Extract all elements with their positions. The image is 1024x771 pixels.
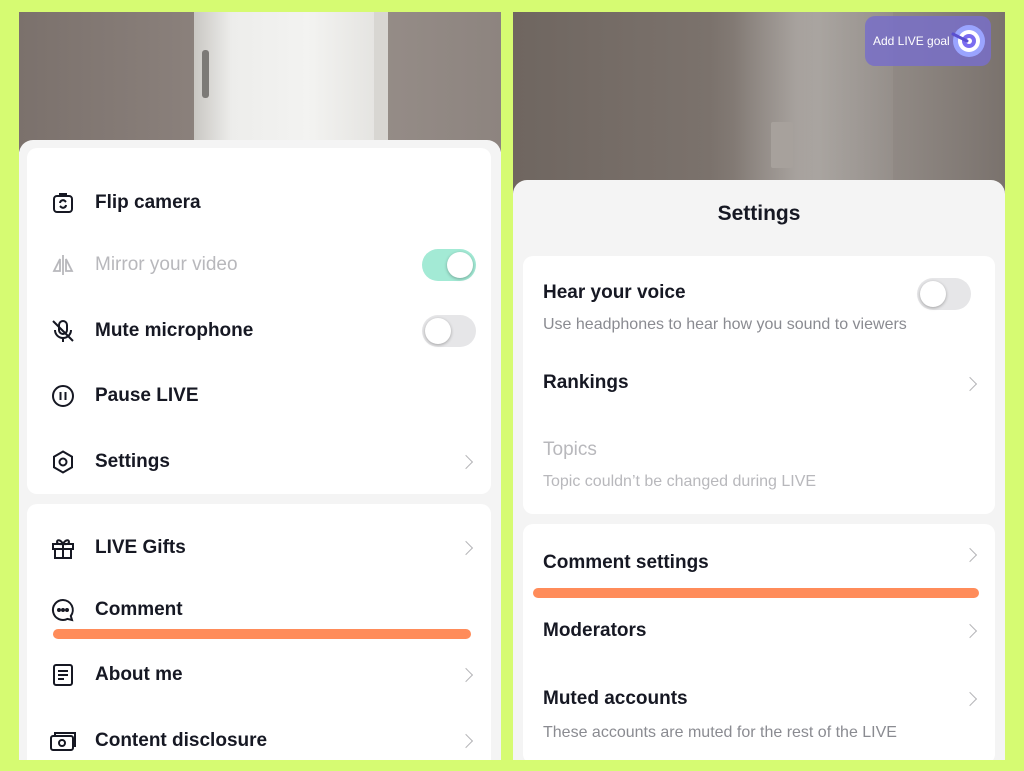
settings-label: Settings bbox=[95, 451, 170, 472]
settings-sheet: Settings Hear your voice Use headphones … bbox=[513, 180, 1005, 760]
comment-settings-label: Comment settings bbox=[543, 552, 709, 573]
comment-settings-row[interactable]: Comment settings bbox=[523, 524, 995, 594]
hear-your-voice-label: Hear your voice bbox=[543, 282, 686, 303]
mirror-video-label: Mirror your video bbox=[95, 254, 238, 275]
mute-microphone-toggle[interactable] bbox=[422, 315, 476, 347]
mute-microphone-row[interactable]: Mute microphone bbox=[27, 309, 491, 353]
mirror-icon bbox=[49, 251, 77, 279]
live-options-sheet: Flip camera Mirror your video Mute micro… bbox=[19, 140, 501, 760]
chevron-right-icon bbox=[458, 667, 474, 683]
muted-accounts-row[interactable]: Muted accounts These accounts are muted … bbox=[523, 672, 995, 760]
chevron-right-icon bbox=[458, 540, 474, 556]
comment-icon bbox=[49, 596, 77, 624]
target-icon bbox=[949, 22, 987, 60]
pause-live-row[interactable]: Pause LIVE bbox=[27, 374, 491, 418]
rankings-row[interactable]: Rankings bbox=[523, 356, 995, 414]
comment-label: Comment bbox=[95, 599, 183, 620]
rankings-label: Rankings bbox=[543, 372, 629, 393]
live-gifts-label: LIVE Gifts bbox=[95, 537, 186, 558]
hear-your-voice-description: Use headphones to hear how you sound to … bbox=[543, 316, 907, 333]
settings-card-comments: Comment settings Moderators Muted accoun… bbox=[523, 524, 995, 760]
topics-description: Topic couldn’t be changed during LIVE bbox=[543, 473, 817, 490]
add-live-goal-label: Add LIVE goal bbox=[873, 34, 950, 48]
settings-hexagon-icon bbox=[49, 448, 77, 476]
camera-preview bbox=[19, 12, 501, 152]
camera-wall-switch bbox=[771, 122, 793, 168]
content-disclosure-icon bbox=[49, 727, 77, 755]
live-menu-panel: Flip camera Mirror your video Mute micro… bbox=[19, 12, 501, 760]
mirror-video-row[interactable]: Mirror your video bbox=[27, 243, 491, 287]
live-settings-panel: Add LIVE goal Settings Hear your voice U… bbox=[513, 12, 1005, 760]
about-me-row[interactable]: About me bbox=[27, 653, 491, 697]
about-me-icon bbox=[49, 661, 77, 689]
comment-highlight-underline bbox=[53, 629, 471, 639]
mute-microphone-icon bbox=[49, 317, 77, 345]
chevron-right-icon bbox=[962, 691, 978, 707]
comment-row[interactable]: Comment bbox=[27, 588, 491, 632]
content-disclosure-row[interactable]: Content disclosure bbox=[27, 719, 491, 760]
pause-icon bbox=[49, 382, 77, 410]
camera-door bbox=[194, 12, 384, 140]
moderators-row[interactable]: Moderators bbox=[523, 604, 995, 658]
flip-camera-icon bbox=[49, 189, 77, 217]
gift-icon bbox=[49, 534, 77, 562]
moderators-label: Moderators bbox=[543, 620, 647, 641]
live-gifts-row[interactable]: LIVE Gifts bbox=[27, 526, 491, 570]
topics-label: Topics bbox=[543, 439, 597, 460]
hear-your-voice-toggle[interactable] bbox=[917, 278, 971, 310]
settings-card-general: Hear your voice Use headphones to hear h… bbox=[523, 256, 995, 514]
settings-row[interactable]: Settings bbox=[27, 440, 491, 484]
chevron-right-icon bbox=[458, 454, 474, 470]
about-me-label: About me bbox=[95, 664, 183, 685]
camera-preview: Add LIVE goal bbox=[513, 12, 1005, 194]
topics-row: Topics Topic couldn’t be changed during … bbox=[523, 424, 995, 508]
chevron-right-icon bbox=[962, 623, 978, 639]
hear-your-voice-row[interactable]: Hear your voice Use headphones to hear h… bbox=[523, 256, 995, 356]
add-live-goal-button[interactable]: Add LIVE goal bbox=[865, 16, 991, 66]
flip-camera-label: Flip camera bbox=[95, 192, 201, 213]
content-disclosure-label: Content disclosure bbox=[95, 730, 268, 751]
mute-microphone-label: Mute microphone bbox=[95, 320, 254, 341]
settings-title: Settings bbox=[717, 202, 801, 225]
chevron-right-icon bbox=[962, 547, 978, 563]
muted-accounts-description: These accounts are muted for the rest of… bbox=[543, 724, 897, 741]
muted-accounts-label: Muted accounts bbox=[543, 688, 688, 709]
pause-live-label: Pause LIVE bbox=[95, 385, 199, 406]
flip-camera-row[interactable]: Flip camera bbox=[27, 181, 491, 225]
chevron-right-icon bbox=[458, 733, 474, 749]
chevron-right-icon bbox=[962, 376, 978, 392]
mirror-video-toggle[interactable] bbox=[422, 249, 476, 281]
live-options-card: Flip camera Mirror your video Mute micro… bbox=[27, 148, 491, 494]
comment-settings-highlight-underline bbox=[533, 588, 979, 598]
